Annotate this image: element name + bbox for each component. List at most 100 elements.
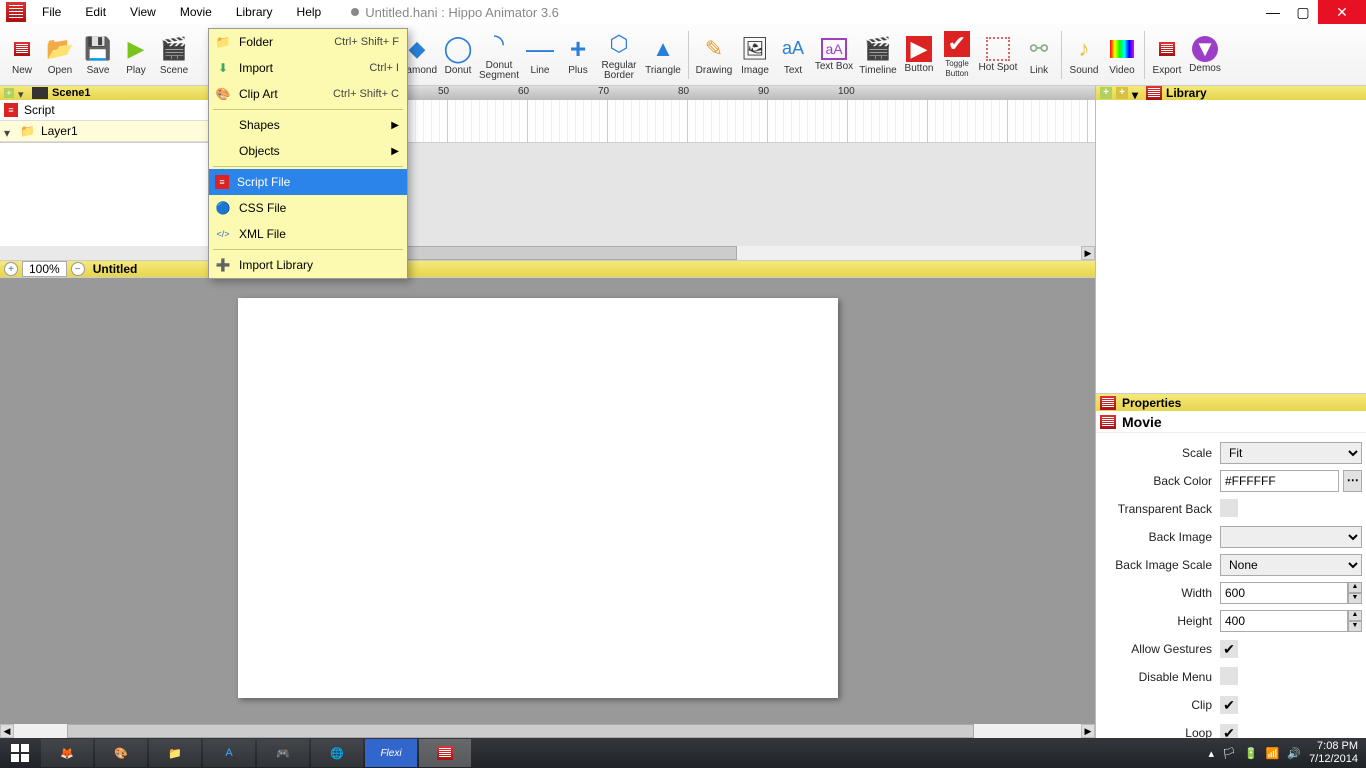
timeline-button[interactable]: 🎬Timeline (857, 26, 899, 84)
sound-button[interactable]: ♪Sound (1066, 26, 1102, 84)
dropdown-import-library[interactable]: ➕ Import Library (209, 252, 407, 278)
spinner-down-icon[interactable]: ▼ (1348, 621, 1362, 632)
scene-name[interactable]: Scene1 (52, 87, 91, 99)
add-icon[interactable]: + (1116, 87, 1128, 99)
dropdown-clipart[interactable]: 🎨 Clip Art Ctrl+ Shift+ C (209, 81, 407, 107)
windows-logo-icon (11, 744, 29, 762)
canvas-hscrollbar[interactable]: ◀ ▶ (0, 724, 1095, 738)
task-chrome[interactable]: 🌐 (311, 739, 363, 767)
task-app-b[interactable]: 🎮 (257, 739, 309, 767)
wifi-icon[interactable]: 📶 (1266, 747, 1280, 760)
tray-up-icon[interactable]: ▴ (1208, 747, 1214, 760)
textbox-button[interactable]: aAText Box (813, 26, 855, 84)
stage-canvas[interactable] (238, 298, 838, 698)
maximize-button[interactable]: ▢ (1288, 0, 1318, 24)
folder-icon: 📁 (215, 34, 231, 50)
spinner-up-icon[interactable]: ▲ (1348, 582, 1362, 593)
link-button[interactable]: ⚯Link (1021, 26, 1057, 84)
play-button[interactable]: ▶Play (118, 26, 154, 84)
dropdown-xml-file[interactable]: </> XML File (209, 221, 407, 247)
canvas-area[interactable] (0, 278, 1095, 724)
prop-width-input[interactable] (1220, 582, 1348, 604)
battery-icon[interactable]: 🔋 (1244, 747, 1258, 760)
dropdown-folder[interactable]: 📁 Folder Ctrl+ Shift+ F (209, 29, 407, 55)
zoom-out-icon[interactable]: − (71, 262, 85, 276)
layer-row[interactable]: ▾ 📁 Layer1 (0, 121, 208, 142)
regular-border-button[interactable]: ⬡Regular Border (598, 26, 640, 84)
toggle-button-button[interactable]: ✔Toggle Button (939, 26, 975, 84)
start-button[interactable] (0, 738, 40, 768)
plus-button[interactable]: +Plus (560, 26, 596, 84)
spinner-up-icon[interactable]: ▲ (1348, 610, 1362, 621)
new-button[interactable]: New (4, 26, 40, 84)
image-button[interactable]: 🖼Image (737, 26, 773, 84)
video-button[interactable]: Video (1104, 26, 1140, 84)
chevron-down-icon[interactable]: ▾ (1132, 88, 1142, 98)
menu-library[interactable]: Library (226, 3, 283, 21)
donut-segment-button[interactable]: ◝Donut Segment (478, 26, 520, 84)
menu-help[interactable]: Help (287, 3, 332, 21)
task-paint[interactable]: 🎨 (95, 739, 147, 767)
zoom-value[interactable]: 100% (22, 261, 67, 277)
scene-button[interactable]: 🎬Scene (156, 26, 192, 84)
add-icon[interactable]: + (4, 88, 14, 98)
zoom-in-icon[interactable]: + (4, 262, 18, 276)
button-button[interactable]: ▶Button (901, 26, 937, 84)
volume-icon[interactable]: 🔊 (1287, 747, 1301, 760)
menu-movie[interactable]: Movie (170, 3, 222, 21)
prop-clip-checkbox[interactable]: ✔ (1220, 696, 1238, 714)
properties-icon (1100, 396, 1116, 410)
chevron-down-icon[interactable]: ▾ (18, 88, 28, 98)
dropdown-script-file[interactable]: ≡ Script File (209, 169, 407, 195)
dropdown-objects[interactable]: Objects ▶ (209, 138, 407, 164)
prop-loop-checkbox[interactable]: ✔ (1220, 724, 1238, 738)
task-flexi[interactable]: Flexi (365, 739, 417, 767)
donut-button[interactable]: ◯Donut (440, 26, 476, 84)
add-icon[interactable]: + (1100, 87, 1112, 99)
close-button[interactable]: ✕ (1318, 0, 1366, 24)
task-app-a[interactable]: A (203, 739, 255, 767)
clapper-icon (32, 87, 48, 99)
save-button[interactable]: 💾Save (80, 26, 116, 84)
task-explorer[interactable]: 📁 (149, 739, 201, 767)
scroll-left-icon[interactable]: ◀ (0, 724, 14, 738)
scroll-right-icon[interactable]: ▶ (1081, 724, 1095, 738)
open-button[interactable]: 📂Open (42, 26, 78, 84)
prop-disablemenu-checkbox[interactable] (1220, 667, 1238, 685)
layer-area (0, 142, 1095, 246)
demos-button[interactable]: ▼Demos (1187, 26, 1223, 84)
prop-transparentback-checkbox[interactable] (1220, 499, 1238, 517)
scroll-thumb[interactable] (67, 724, 974, 738)
prop-allowgestures-checkbox[interactable]: ✔ (1220, 640, 1238, 658)
hotspot-button[interactable]: Hot Spot (977, 26, 1019, 84)
scroll-right-icon[interactable]: ▶ (1081, 246, 1095, 260)
script-row[interactable]: ≡ Script (0, 100, 208, 121)
minimize-button[interactable]: — (1258, 0, 1288, 24)
line-button[interactable]: —Line (522, 26, 558, 84)
spinner-down-icon[interactable]: ▼ (1348, 593, 1362, 604)
task-firefox[interactable]: 🦊 (41, 739, 93, 767)
library-panel-body[interactable] (1096, 100, 1366, 393)
prop-backimagescale-select[interactable]: None (1220, 554, 1362, 576)
prop-backcolor-input[interactable] (1220, 470, 1339, 492)
menu-view[interactable]: View (120, 3, 166, 21)
library-dropdown-menu: 📁 Folder Ctrl+ Shift+ F ⬇ Import Ctrl+ I… (208, 28, 408, 279)
prop-backcolor-picker-button[interactable]: ⋯ (1343, 470, 1362, 492)
export-button[interactable]: Export (1149, 26, 1185, 84)
prop-height-input[interactable] (1220, 610, 1348, 632)
dropdown-css-file[interactable]: 🔵 CSS File (209, 195, 407, 221)
triangle-button[interactable]: ▲Triangle (642, 26, 684, 84)
chevron-down-icon[interactable]: ▾ (4, 126, 14, 136)
task-hippo-animator[interactable] (419, 739, 471, 767)
drawing-button[interactable]: ✎Drawing (693, 26, 735, 84)
menu-file[interactable]: File (32, 3, 71, 21)
text-button[interactable]: aAText (775, 26, 811, 84)
prop-backimage-select[interactable] (1220, 526, 1362, 548)
prop-scale-select[interactable]: Fit (1220, 442, 1362, 464)
dropdown-shapes[interactable]: Shapes ▶ (209, 112, 407, 138)
flag-icon[interactable]: 🏳 (1222, 747, 1236, 760)
timeline-scrollbar[interactable]: ◀ ▶ (0, 246, 1095, 260)
clock[interactable]: 7:08 PM 7/12/2014 (1309, 740, 1358, 766)
dropdown-import[interactable]: ⬇ Import Ctrl+ I (209, 55, 407, 81)
menu-edit[interactable]: Edit (75, 3, 116, 21)
